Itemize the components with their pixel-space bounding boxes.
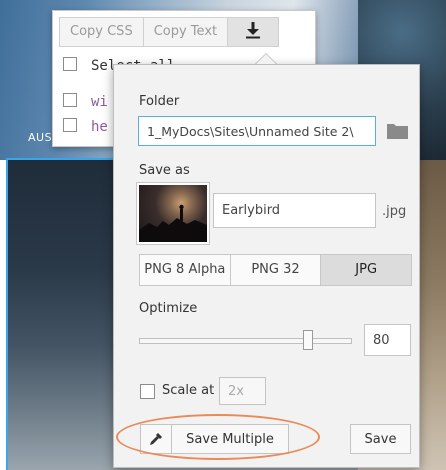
layer-label: he — [91, 119, 108, 135]
folder-icon[interactable] — [387, 122, 408, 139]
popup-pointer — [256, 54, 276, 64]
optimize-value: 80 — [373, 332, 390, 348]
silhouette-icon — [139, 204, 207, 242]
file-name-input[interactable]: Earlybird — [213, 193, 376, 228]
photo-caption: AUS — [28, 131, 53, 144]
download-arrow-icon — [246, 22, 261, 39]
layer-label: wi — [91, 94, 108, 110]
copy-tabs: Copy CSS Copy Text — [59, 17, 280, 47]
file-name-value: Earlybird — [222, 203, 281, 218]
file-extension: .jpg — [382, 204, 407, 219]
scale-value-input[interactable]: 2x — [219, 377, 266, 405]
scale-label: Scale at — [162, 383, 215, 398]
download-tab[interactable] — [227, 17, 280, 47]
folder-label: Folder — [139, 94, 180, 109]
format-png8-button[interactable]: PNG 8 Alpha — [140, 255, 231, 285]
save-button[interactable]: Save — [350, 424, 411, 454]
optimize-label: Optimize — [139, 301, 198, 316]
format-selector: PNG 8 Alpha PNG 32 JPG — [139, 254, 412, 286]
save-as-label: Save as — [139, 163, 190, 178]
selection-outline-left — [6, 158, 8, 470]
format-png32-button[interactable]: PNG 32 — [230, 255, 322, 285]
copy-css-tab[interactable]: Copy CSS — [59, 17, 144, 47]
optimize-slider-thumb[interactable] — [302, 330, 313, 350]
layer-row[interactable]: wi — [63, 93, 108, 110]
image-thumbnail — [137, 183, 209, 244]
scale-checkbox[interactable] — [140, 384, 155, 399]
layer-checkbox[interactable] — [63, 93, 77, 107]
select-all-checkbox[interactable] — [63, 57, 77, 71]
layer-row[interactable]: he — [63, 118, 108, 135]
highlight-annotation — [116, 414, 320, 460]
format-jpg-button[interactable]: JPG — [321, 255, 412, 285]
optimize-slider-track[interactable] — [139, 338, 352, 344]
layer-checkbox[interactable] — [63, 118, 77, 132]
optimize-value-input[interactable]: 80 — [364, 324, 411, 356]
copy-text-tab[interactable]: Copy Text — [142, 17, 229, 47]
folder-path-value: 1_MyDocs\Sites\Unnamed Site 2\ — [147, 123, 354, 139]
folder-path-input[interactable]: 1_MyDocs\Sites\Unnamed Site 2\ — [138, 116, 376, 146]
scale-value: 2x — [228, 383, 244, 399]
